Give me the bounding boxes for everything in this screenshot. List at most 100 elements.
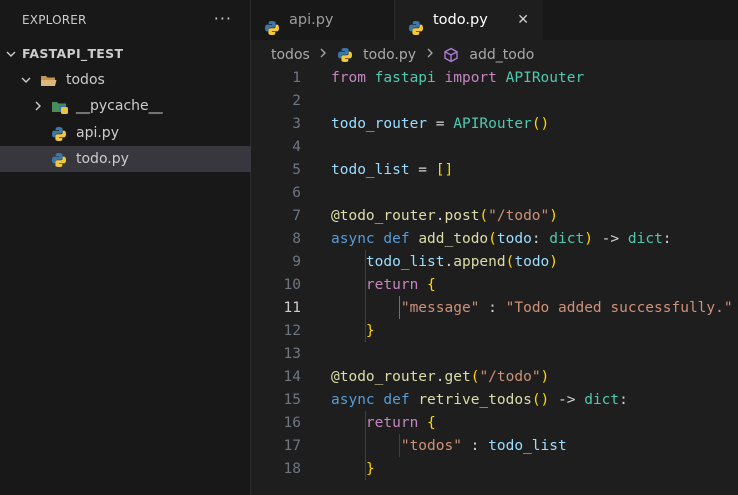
code-token: def — [383, 392, 410, 408]
code-line[interactable]: 14 @todo_router.get("/todo") — [251, 366, 738, 389]
tree-item-label: __pycache__ — [76, 98, 163, 114]
code-line[interactable]: 8 async def add_todo(todo: dict) -> dict: — [251, 228, 738, 251]
explorer-title: EXPLORER — [22, 13, 87, 27]
tree-file-api-py[interactable]: api.py — [0, 120, 251, 146]
tab-label: todo.py — [433, 12, 488, 28]
line-number: 15 — [283, 392, 301, 408]
tab-todo-py[interactable]: todo.py ✕ — [395, 0, 543, 40]
code-token: post — [444, 208, 480, 224]
code-token: ( — [488, 231, 497, 247]
symbol-method-icon — [443, 47, 459, 63]
code-token: async — [331, 231, 375, 247]
code-token: dict — [549, 231, 585, 247]
code-token: APIRouter — [505, 70, 585, 86]
code-token: "Todo added successfully." — [505, 300, 733, 316]
root-folder-label: FASTAPI_TEST — [22, 46, 124, 61]
code-token: add_todo — [418, 231, 489, 247]
code-token: : — [662, 231, 672, 247]
python-icon — [51, 151, 67, 167]
breadcrumb: todos todo.py add_todo — [271, 43, 534, 67]
line-number: 9 — [292, 254, 301, 270]
code-text: from fastapi import APIRouter — [331, 67, 584, 90]
chevron-right-icon — [425, 43, 435, 67]
line-number: 10 — [283, 277, 301, 293]
code-token: } — [365, 461, 375, 477]
code-text: @todo_router.post("/todo") — [331, 205, 558, 228]
code-token: def — [383, 231, 410, 247]
line-number: 16 — [283, 415, 301, 431]
code-text: async def add_todo(todo: dict) -> dict: — [331, 228, 672, 251]
code-token: () — [531, 116, 550, 132]
code-token: () — [531, 392, 550, 408]
code-token: append — [453, 254, 506, 270]
chevron-right-icon — [318, 43, 328, 67]
code-text: @todo_router.get("/todo") — [331, 366, 549, 389]
python-icon — [264, 12, 280, 35]
tree-root-fastapi-test[interactable]: FASTAPI_TEST — [0, 41, 251, 67]
code-text: "message" : "Todo added successfully." — [331, 297, 733, 320]
code-line[interactable]: 13 — [251, 343, 738, 366]
code-token: : — [479, 300, 506, 316]
code-text: } — [331, 458, 375, 481]
tree-folder-todos[interactable]: todos — [0, 67, 251, 93]
code-line[interactable]: 11 "message" : "Todo added successfully.… — [251, 297, 738, 320]
code-line[interactable]: 5 todo_list = [] — [251, 159, 738, 182]
tree-file-todo-py[interactable]: todo.py — [0, 146, 251, 172]
line-number: 18 — [283, 461, 301, 477]
code-token: get — [444, 369, 471, 385]
code-token: from — [331, 70, 366, 86]
code-token: : — [619, 392, 628, 408]
code-token: import — [444, 70, 497, 86]
code-token: @todo_router — [331, 208, 436, 224]
code-token: ( — [479, 208, 489, 224]
code-token: ) — [540, 369, 550, 385]
more-actions-icon[interactable]: ··· — [214, 0, 232, 40]
code-token: @todo_router — [331, 369, 436, 385]
code-line[interactable]: 3 todo_router = APIRouter() — [251, 113, 738, 136]
code-editor[interactable]: 1 from fastapi import APIRouter 2 3 todo_rou… — [251, 66, 738, 495]
code-line[interactable]: 7 @todo_router.post("/todo") — [251, 205, 738, 228]
code-token: retrive_todos — [418, 392, 532, 408]
close-icon[interactable]: ✕ — [517, 0, 529, 40]
code-line[interactable]: 17 "todos" : todo_list — [251, 435, 738, 458]
code-token: [] — [435, 162, 454, 178]
code-line[interactable]: 6 — [251, 182, 738, 205]
line-number: 6 — [292, 185, 301, 201]
code-token: . — [444, 254, 454, 270]
folder-label-todos: todos — [66, 72, 105, 88]
code-token: = — [427, 116, 454, 132]
code-line[interactable]: 9 todo_list.append(todo) — [251, 251, 738, 274]
line-number: 1 — [292, 70, 301, 86]
code-line[interactable]: 4 — [251, 136, 738, 159]
code-line[interactable]: 16 return { — [251, 412, 738, 435]
python-icon — [51, 125, 67, 141]
code-token: { — [427, 277, 436, 293]
breadcrumb-symbol[interactable]: add_todo — [469, 43, 534, 67]
python-icon — [408, 12, 424, 35]
code-text: todo_router = APIRouter() — [331, 113, 549, 136]
tree-item-label: todo.py — [76, 151, 129, 167]
code-token: = — [409, 162, 436, 178]
pycache-folder-icon — [51, 98, 68, 114]
tree-folder-pycache[interactable]: __pycache__ — [0, 93, 251, 119]
chevron-down-icon — [4, 41, 18, 67]
open-folder-icon — [40, 72, 57, 88]
code-line[interactable]: 15 async def retrive_todos() -> dict: — [251, 389, 738, 412]
code-line[interactable]: 1 from fastapi import APIRouter — [251, 67, 738, 90]
code-token: . — [435, 208, 445, 224]
breadcrumb-file[interactable]: todo.py — [363, 43, 416, 67]
tab-api-py[interactable]: api.py — [251, 0, 395, 40]
editor-tab-bar: api.py todo.py ✕ — [251, 0, 738, 40]
code-token: todo_list — [488, 438, 567, 454]
code-line[interactable]: 18 } — [251, 458, 738, 481]
breadcrumb-folder[interactable]: todos — [271, 43, 310, 67]
code-line[interactable]: 10 return { — [251, 274, 738, 297]
code-token: -> — [549, 392, 585, 408]
code-line[interactable]: 2 — [251, 90, 738, 113]
code-line[interactable]: 12 } — [251, 320, 738, 343]
